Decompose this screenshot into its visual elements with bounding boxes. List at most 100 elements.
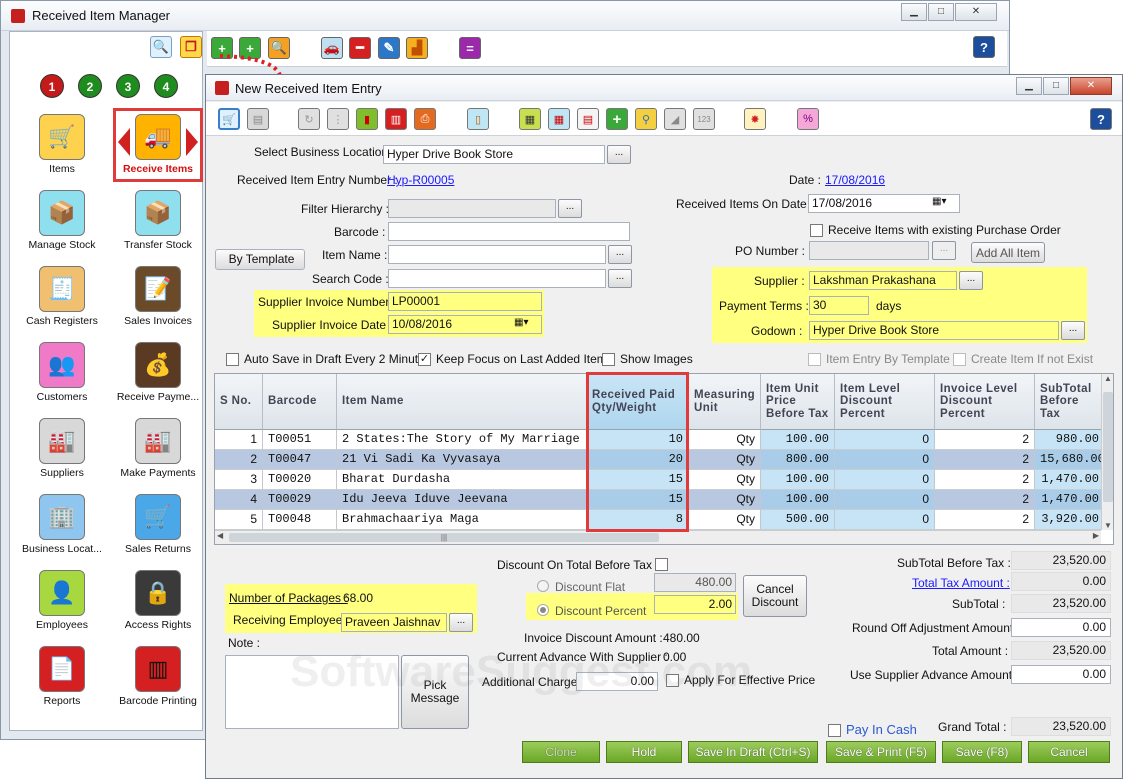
table-cell[interactable]: 3 bbox=[215, 470, 263, 490]
business-location-browse-button[interactable]: ... bbox=[607, 145, 631, 164]
chart-icon[interactable]: ▮ bbox=[356, 108, 378, 130]
total-tax-link[interactable]: Total Tax Amount : bbox=[912, 576, 1010, 590]
table-cell[interactable]: 2 bbox=[935, 470, 1035, 490]
sidebar-item-receive-items[interactable]: 🚚 Receive Items bbox=[112, 114, 204, 175]
add-all-item-button[interactable]: Add All Item bbox=[971, 242, 1045, 263]
table-cell[interactable]: 2 bbox=[935, 450, 1035, 470]
item-name-browse-button[interactable]: ... bbox=[608, 245, 632, 264]
round-off-field[interactable]: 0.00 bbox=[1011, 618, 1111, 637]
table-cell[interactable]: Qty bbox=[689, 510, 761, 530]
table-cell[interactable]: 2 bbox=[215, 450, 263, 470]
filter-hierarchy-browse-button[interactable]: ... bbox=[558, 199, 582, 218]
table-cell[interactable]: Bharat Durdasha bbox=[337, 470, 587, 490]
table-cell[interactable]: 2 bbox=[935, 490, 1035, 510]
cancel-discount-button[interactable]: Cancel Discount bbox=[743, 575, 807, 617]
horizontal-scrollbar[interactable]: ◀ ||| ▶ bbox=[215, 530, 1101, 544]
receiving-employee-field[interactable]: Praveen Jaishnav bbox=[341, 613, 447, 632]
table-cell[interactable]: T00048 bbox=[263, 510, 337, 530]
disabled-icon[interactable]: ▤ bbox=[247, 108, 269, 130]
show-images-checkbox[interactable] bbox=[602, 352, 615, 367]
table-cell[interactable]: 2 States:The Story of My Marriage bbox=[337, 430, 587, 450]
cart-icon[interactable]: 🛒 bbox=[218, 108, 240, 130]
cancel-button[interactable]: Cancel bbox=[1028, 741, 1110, 763]
table-cell[interactable]: Qty bbox=[689, 430, 761, 450]
add-icon[interactable]: + bbox=[606, 108, 628, 130]
calculator-icon[interactable]: ▦ bbox=[519, 108, 541, 130]
table-cell[interactable]: 0 bbox=[835, 470, 935, 490]
table-cell[interactable]: Idu Jeeva Iduve Jeevana bbox=[337, 490, 587, 510]
sidebar-item-suppliers[interactable]: 🏭 Suppliers bbox=[16, 418, 108, 479]
table-cell[interactable]: 100.00 bbox=[761, 470, 835, 490]
help-icon[interactable]: ? bbox=[1090, 108, 1112, 130]
spark-icon[interactable]: ✸ bbox=[744, 108, 766, 130]
table-cell[interactable]: 0 bbox=[835, 450, 935, 470]
calendar-dropdown-icon[interactable]: ▦▾ bbox=[932, 196, 946, 207]
search-icon[interactable]: 🔍 bbox=[150, 36, 172, 58]
table-cell[interactable]: Brahmachaariya Maga bbox=[337, 510, 587, 530]
table-cell[interactable]: 800.00 bbox=[761, 450, 835, 470]
maximize-button[interactable]: □ bbox=[928, 3, 954, 21]
sidebar-item-make-payments[interactable]: 🏭 Make Payments bbox=[112, 418, 204, 479]
table-cell[interactable]: 4 bbox=[215, 490, 263, 510]
truck-small-icon[interactable]: 🚗 bbox=[321, 37, 343, 59]
table-cell[interactable]: T00020 bbox=[263, 470, 337, 490]
table-cell[interactable]: Qty bbox=[689, 470, 761, 490]
sidebar-item-items[interactable]: 🛒 Items bbox=[16, 114, 108, 175]
column-header[interactable]: Measuring Unit bbox=[689, 374, 761, 430]
table-cell[interactable]: 0 bbox=[835, 430, 935, 450]
table-cell[interactable]: 3,920.00 bbox=[1035, 510, 1105, 530]
number-3-button[interactable]: 3 bbox=[116, 74, 140, 98]
column-header[interactable]: Item Level Discount Percent bbox=[835, 374, 935, 430]
hold-button[interactable]: Hold bbox=[606, 741, 682, 763]
keep-focus-checkbox[interactable]: ✓ bbox=[418, 352, 431, 367]
table-cell[interactable]: Qty bbox=[689, 490, 761, 510]
godown-field[interactable]: Hyper Drive Book Store bbox=[809, 321, 1059, 340]
column-header[interactable]: Item Name bbox=[337, 374, 587, 430]
business-location-field[interactable]: Hyper Drive Book Store bbox=[383, 145, 605, 164]
discount-percent-radio[interactable] bbox=[537, 604, 549, 616]
remove-icon[interactable]: ━ bbox=[349, 37, 371, 59]
column-header[interactable]: SubTotal Before Tax bbox=[1035, 374, 1105, 430]
hand-truck-icon[interactable]: ▯ bbox=[467, 108, 489, 130]
sidebar-item-business-locations[interactable]: 🏢 Business Locat... bbox=[16, 494, 108, 555]
hierarchy-icon[interactable]: ⚲ bbox=[635, 108, 657, 130]
number-2-button[interactable]: 2 bbox=[78, 74, 102, 98]
table-cell[interactable]: T00029 bbox=[263, 490, 337, 510]
measure-icon[interactable]: ◢ bbox=[664, 108, 686, 130]
pay-in-cash-checkbox[interactable] bbox=[828, 723, 841, 738]
sidebar-item-manage-stock[interactable]: 📦 Manage Stock bbox=[16, 190, 108, 251]
edit-icon[interactable]: ✎ bbox=[378, 37, 400, 59]
entry-number-link[interactable]: Hyp-R00005 bbox=[387, 173, 454, 187]
table-cell[interactable]: 0 bbox=[835, 490, 935, 510]
number-1-button[interactable]: 1 bbox=[40, 74, 64, 98]
payment-terms-field[interactable]: 30 bbox=[809, 296, 869, 315]
po-number-field[interactable] bbox=[809, 241, 929, 260]
table-cell[interactable]: 1 bbox=[215, 430, 263, 450]
create-item-checkbox[interactable] bbox=[953, 352, 966, 367]
column-header[interactable]: Item Unit Price Before Tax bbox=[761, 374, 835, 430]
sidebar-item-transfer-stock[interactable]: 📦 Transfer Stock bbox=[112, 190, 204, 251]
search-code-browse-button[interactable]: ... bbox=[608, 269, 632, 288]
by-template-button[interactable]: By Template bbox=[215, 249, 305, 270]
sidebar-item-barcode-printing[interactable]: ▥ Barcode Printing bbox=[112, 646, 204, 707]
item-entry-template-checkbox[interactable] bbox=[808, 352, 821, 367]
item-name-input[interactable] bbox=[388, 245, 606, 264]
code-icon[interactable]: 123 bbox=[693, 108, 715, 130]
table-cell[interactable]: Qty bbox=[689, 450, 761, 470]
number-4-button[interactable]: 4 bbox=[154, 74, 178, 98]
table-cell[interactable]: 500.00 bbox=[761, 510, 835, 530]
sidebar-item-sales-returns[interactable]: 🛒 Sales Returns bbox=[112, 494, 204, 555]
filter-hierarchy-field[interactable] bbox=[388, 199, 556, 218]
sidebar-item-receive-payments[interactable]: 💰 Receive Payme... bbox=[112, 342, 204, 403]
help-icon[interactable]: ? bbox=[973, 36, 995, 58]
calendar-dropdown-icon[interactable]: ▦▾ bbox=[514, 317, 528, 328]
minimize-button[interactable]: ▁ bbox=[901, 3, 927, 21]
windows-icon[interactable]: ❐ bbox=[180, 36, 202, 58]
table-cell[interactable]: 1,470.00 bbox=[1035, 470, 1105, 490]
close-button[interactable]: ✕ bbox=[955, 3, 997, 21]
discount-percent-field[interactable]: 2.00 bbox=[654, 595, 736, 614]
column-header[interactable]: S No. bbox=[215, 374, 263, 430]
print-icon[interactable]: ⎙ bbox=[414, 108, 436, 130]
discount-total-checkbox[interactable] bbox=[655, 557, 668, 572]
inner-close-button[interactable]: ✕ bbox=[1070, 77, 1112, 95]
